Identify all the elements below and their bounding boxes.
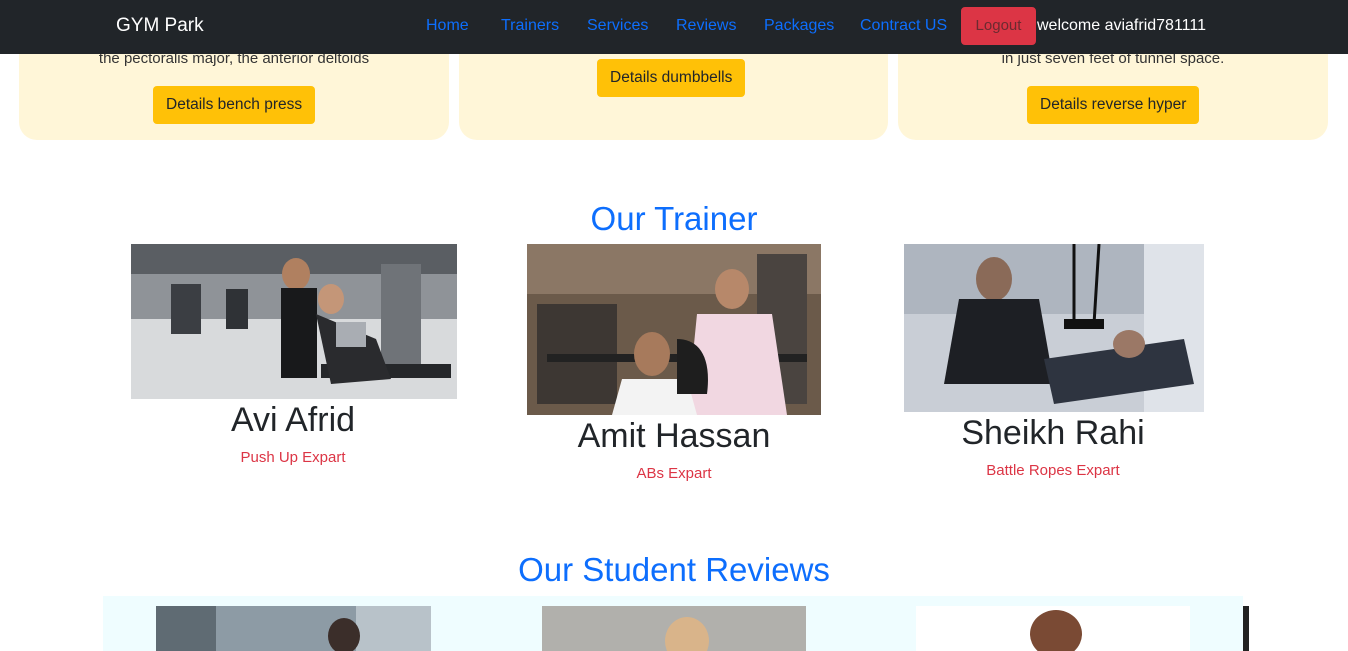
- trainer-name: Sheikh Rahi: [961, 414, 1145, 452]
- brand-logo[interactable]: GYM Park: [116, 15, 204, 37]
- trainer-name: Avi Afrid: [230, 401, 356, 439]
- nav-reviews[interactable]: Reviews: [676, 17, 736, 35]
- trainer-name: Amit Hassan: [577, 417, 771, 455]
- review-photo: [542, 606, 806, 651]
- navbar: GYM Park Home Trainers Services Reviews …: [0, 0, 1348, 54]
- details-bench-press-button[interactable]: Details bench press: [153, 86, 316, 124]
- review-photo: [916, 606, 1190, 651]
- nav-services[interactable]: Services: [587, 17, 648, 35]
- reviews-carousel: [103, 596, 1249, 651]
- trainer-role: ABs Expart: [636, 465, 712, 482]
- nav-contact[interactable]: Contract US: [860, 17, 947, 35]
- trainer-photo-sheikh-rahi: [904, 244, 1204, 412]
- trainer-role: Push Up Expart: [240, 449, 346, 466]
- nav-home[interactable]: Home: [426, 17, 469, 35]
- carousel-edge: [1243, 606, 1249, 651]
- reviews-section-title: Our Student Reviews: [518, 551, 830, 588]
- details-dumbbells-button[interactable]: Details dumbbells: [597, 59, 746, 97]
- details-reverse-hyper-button[interactable]: Details reverse hyper: [1027, 86, 1200, 124]
- trainer-role: Battle Ropes Expart: [986, 462, 1120, 479]
- logout-button[interactable]: Logout: [961, 7, 1036, 45]
- trainer-photo-avi-afrid: [131, 244, 457, 399]
- welcome-text: welcome aviafrid781111: [1037, 17, 1206, 34]
- trainer-photo-amit-hassan: [527, 244, 821, 415]
- review-photo: [156, 606, 431, 651]
- trainers-section-title: Our Trainer: [590, 200, 758, 237]
- nav-trainers[interactable]: Trainers: [501, 17, 559, 35]
- nav-packages[interactable]: Packages: [764, 17, 834, 35]
